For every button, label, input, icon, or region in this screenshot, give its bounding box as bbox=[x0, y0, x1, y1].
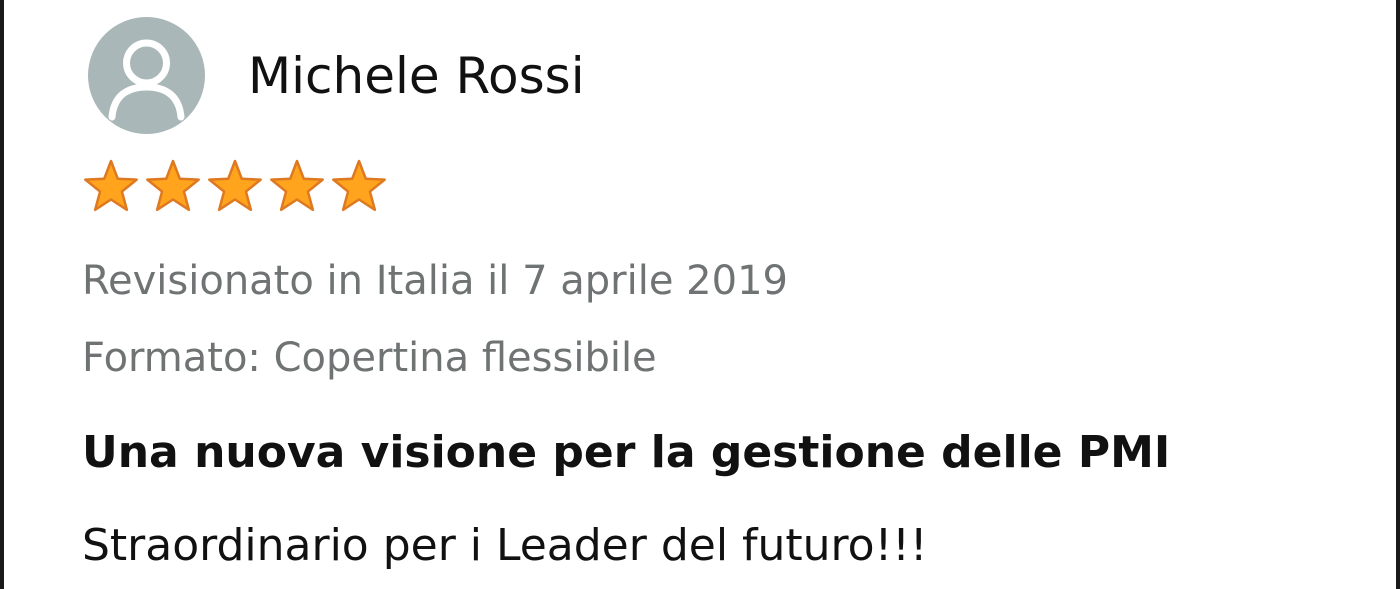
user-silhouette-icon bbox=[108, 39, 185, 121]
review-title: Una nuova visione per la gestione delle … bbox=[82, 427, 1171, 478]
star-rating bbox=[80, 155, 390, 217]
review-body: Straordinario per i Leader del futuro!!! bbox=[82, 520, 928, 571]
star-filled-icon bbox=[270, 159, 324, 212]
review-date-location: Revisionato in Italia il 7 aprile 2019 bbox=[82, 258, 788, 304]
star-filled-icon bbox=[84, 159, 138, 212]
star-filled-icon bbox=[208, 159, 262, 212]
star-filled-icon bbox=[332, 159, 386, 212]
screen-edge-right bbox=[1396, 0, 1400, 589]
avatar[interactable] bbox=[88, 17, 205, 134]
reviewer-name[interactable]: Michele Rossi bbox=[248, 40, 585, 112]
product-format[interactable]: Formato: Copertina flessibile bbox=[82, 330, 657, 386]
screen-edge-left bbox=[0, 0, 4, 589]
star-filled-icon bbox=[146, 159, 200, 212]
review-card: Michele Rossi Revisionato in Italia il 7… bbox=[0, 0, 1400, 589]
